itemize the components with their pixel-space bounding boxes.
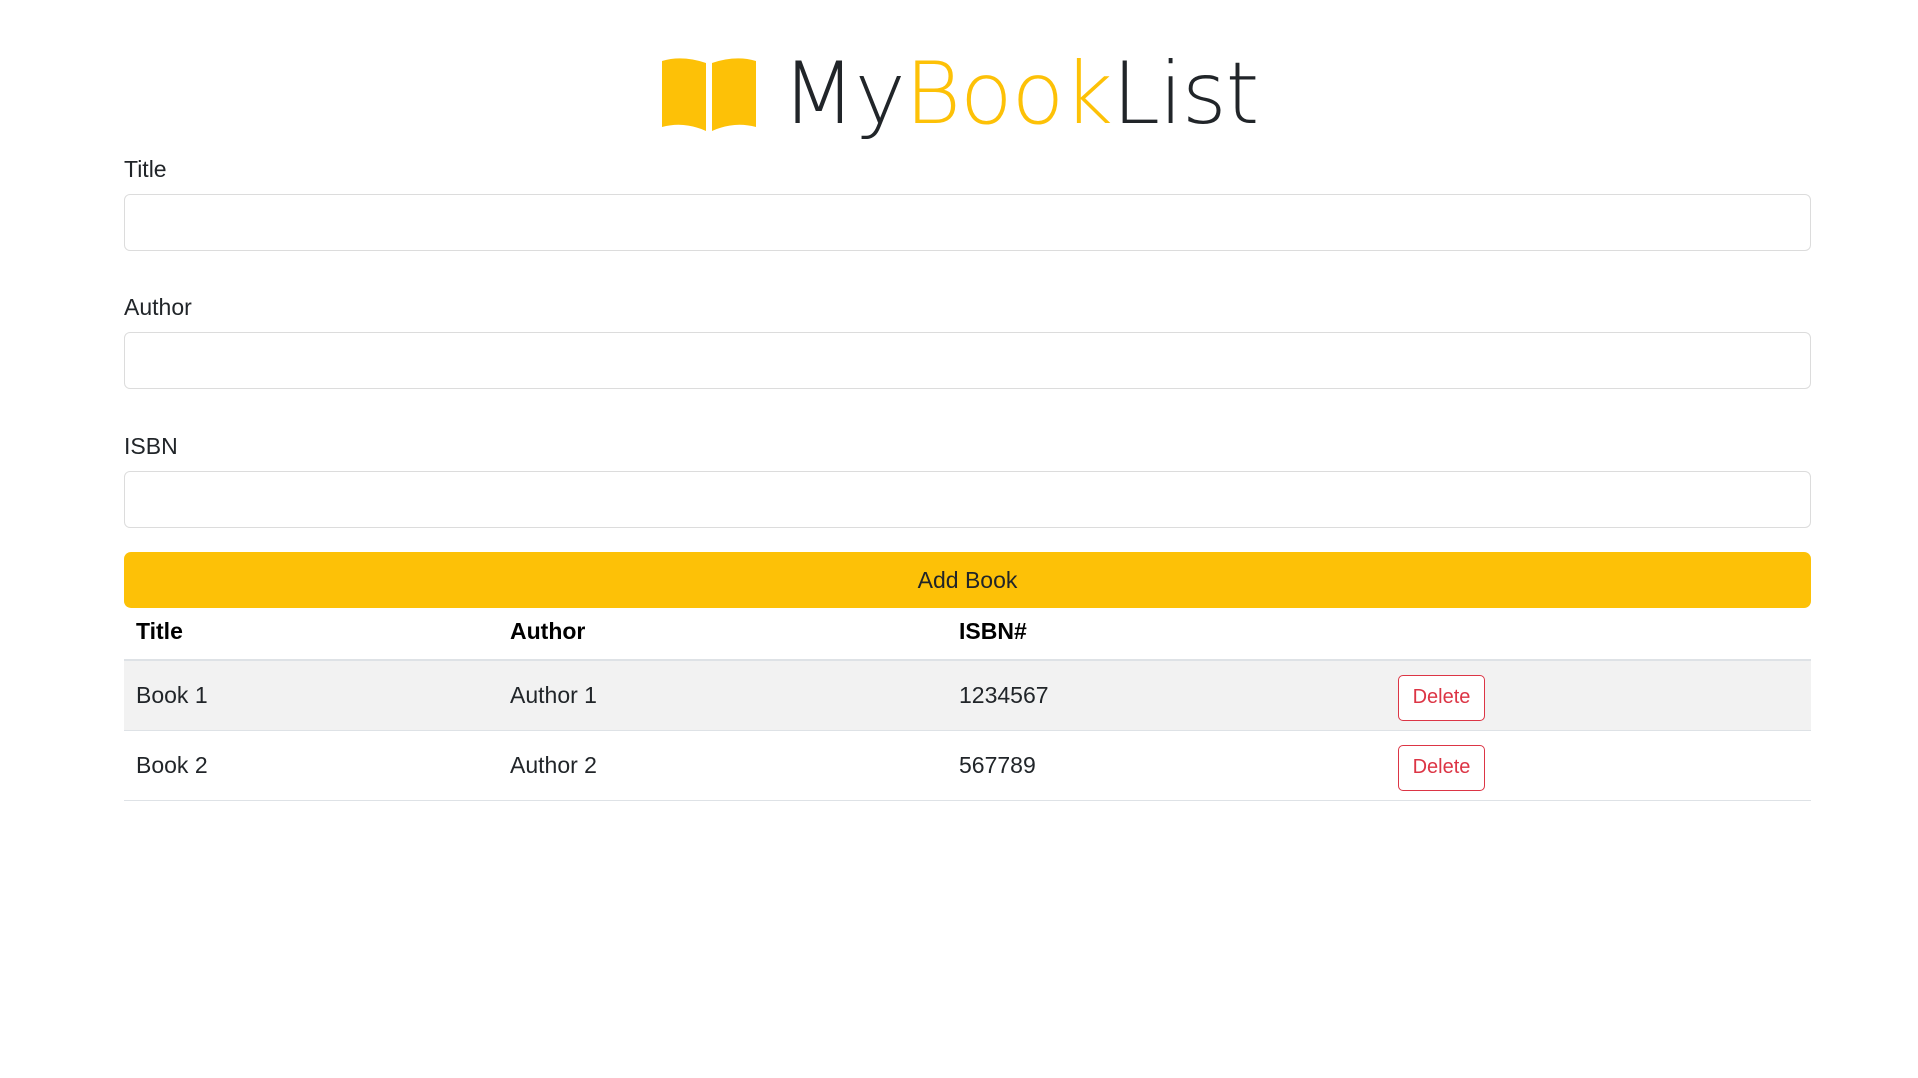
header: MyBookList <box>0 44 1918 144</box>
open-book-icon <box>660 57 758 131</box>
table-row: Book 2 Author 2 567789 Delete <box>124 730 1811 801</box>
delete-button[interactable]: Delete <box>1398 744 1485 791</box>
page: MyBookList Title Author ISBN Add Book Ti… <box>0 0 1918 1078</box>
delete-button[interactable]: Delete <box>1398 674 1485 721</box>
book-actions-cell: Delete <box>1386 730 1811 801</box>
logo-text: MyBookList <box>782 51 1260 137</box>
logo-text-my: My <box>781 44 906 144</box>
title-input[interactable] <box>124 194 1811 251</box>
table-row: Book 1 Author 1 1234567 Delete <box>124 660 1811 731</box>
isbn-input[interactable] <box>124 471 1811 528</box>
title-label: Title <box>124 156 167 182</box>
add-book-form: Title Author ISBN Add Book <box>124 154 1811 608</box>
book-title-cell: Book 2 <box>124 730 498 801</box>
table-body: Book 1 Author 1 1234567 Delete Book 2 Au… <box>124 660 1811 801</box>
book-author-cell: Author 2 <box>498 730 947 801</box>
author-field-group: Author <box>124 292 1811 431</box>
column-header-author: Author <box>498 603 947 661</box>
title-field-group: Title <box>124 154 1811 292</box>
book-actions-cell: Delete <box>1386 660 1811 731</box>
logo-text-list: List <box>1112 44 1259 144</box>
book-isbn-cell: 567789 <box>947 730 1386 801</box>
book-isbn-cell: 1234567 <box>947 660 1386 731</box>
table-header-row: Title Author ISBN# <box>124 603 1811 661</box>
author-input[interactable] <box>124 332 1811 389</box>
book-list-table: Title Author ISBN# Book 1 Author 1 12345… <box>124 603 1811 801</box>
book-title-cell: Book 1 <box>124 660 498 731</box>
column-header-isbn: ISBN# <box>947 603 1386 661</box>
isbn-field-group: ISBN <box>124 431 1811 552</box>
logo-text-book: Book <box>904 44 1113 144</box>
column-header-actions <box>1386 603 1811 661</box>
table-header: Title Author ISBN# <box>124 603 1811 661</box>
author-label: Author <box>124 294 192 320</box>
add-book-button[interactable]: Add Book <box>124 552 1811 608</box>
column-header-title: Title <box>124 603 498 661</box>
logo: MyBookList <box>660 51 1259 137</box>
isbn-label: ISBN <box>124 433 178 459</box>
book-author-cell: Author 1 <box>498 660 947 731</box>
